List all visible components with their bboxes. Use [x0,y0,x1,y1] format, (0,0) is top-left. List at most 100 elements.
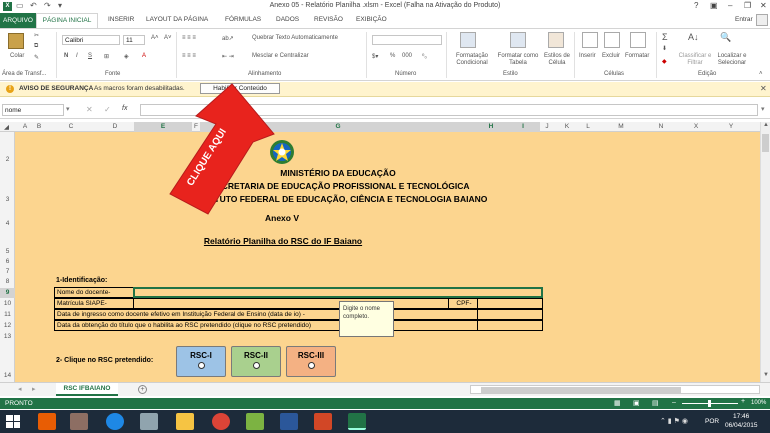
row-header[interactable]: 11 [0,311,15,318]
column-header[interactable]: M [596,123,646,130]
tab-layout[interactable]: LAYOUT DA PÁGINA [146,16,208,23]
scroll-thumb[interactable] [762,134,769,152]
scroll-up-icon[interactable]: ▲ [763,122,769,128]
cut-icon[interactable]: ✂ [34,32,39,39]
borders-icon[interactable]: ⊞ [104,53,109,60]
row-header[interactable]: 6 [0,258,15,265]
insert-cells-button[interactable]: Inserir [579,53,596,59]
name-box[interactable]: nome [2,104,64,116]
sort-filter-button[interactable]: Classificar e Filtrar [678,53,712,67]
zoom-level[interactable]: 100% [751,400,766,406]
underline-button[interactable]: S [88,53,92,59]
spreadsheet-grid[interactable]: 2 3 4 5 6 7 8 9 10 11 12 13 14 MINISTÉRI… [0,132,760,382]
row-header[interactable]: 2 [0,156,15,163]
row-header[interactable]: 7 [0,268,15,275]
minimize-icon[interactable]: – [728,1,732,10]
delete-cells-icon[interactable] [604,32,620,48]
titulo-input[interactable] [477,320,543,331]
percent-button[interactable]: % [390,53,395,59]
format-painter-icon[interactable]: ✎ [34,54,39,61]
page-break-icon[interactable]: ▤ [652,399,659,407]
ribbon-options-icon[interactable]: ▣ [710,1,718,10]
tab-inserir[interactable]: INSERIR [108,16,134,23]
row-header[interactable]: 14 [0,372,15,379]
language-indicator[interactable]: POR [705,418,719,425]
powerpoint-icon[interactable] [314,413,332,430]
clear-icon[interactable]: ◆ [662,58,667,65]
word-icon[interactable] [280,413,298,430]
row-header[interactable]: 3 [0,196,15,203]
ingresso-input[interactable] [477,309,543,320]
rsc-iii-radio[interactable] [307,362,315,369]
font-color-icon[interactable]: A [142,53,146,59]
column-header[interactable]: H [476,123,506,130]
normal-view-icon[interactable]: ▦ [614,399,621,407]
wrap-text-button[interactable]: Quebrar Texto Automaticamente [252,35,338,41]
clock-time[interactable]: 17:46 [733,413,749,420]
close-icon[interactable]: ✕ [760,1,767,10]
cpf-input[interactable] [477,298,543,309]
shrink-font-icon[interactable]: A˅ [164,35,172,41]
sort-filter-icon[interactable]: A↓ [688,32,699,42]
column-header[interactable]: B [32,123,46,130]
column-header[interactable]: J [540,123,554,130]
format-table-icon[interactable] [510,32,526,48]
cancel-formula-icon[interactable]: ✕ [86,105,93,114]
decimal-icon[interactable]: ⁰₀ [422,53,427,60]
column-header[interactable]: C [46,123,96,130]
row-header[interactable]: 4 [0,220,15,227]
collapse-ribbon-icon[interactable]: ˄ [759,71,763,77]
row-header[interactable]: 13 [0,333,15,340]
clock-date[interactable]: 06/04/2015 [725,422,758,429]
horizontal-scrollbar[interactable] [470,385,760,394]
rsc-i-button[interactable]: RSC-I [176,346,226,377]
row-header[interactable]: 9 [0,289,15,296]
tab-dados[interactable]: DADOS [276,16,299,23]
taskbar-app-icon[interactable] [246,413,264,430]
help-icon[interactable]: ? [694,1,698,10]
conditional-format-button[interactable]: Formatação Condicional [452,53,492,67]
orientation-icon[interactable]: ab↗ [222,35,234,42]
rsc-i-radio[interactable] [197,362,205,369]
chrome-icon[interactable] [212,413,230,430]
tab-formulas[interactable]: FÓRMULAS [225,16,261,23]
paste-icon[interactable] [8,33,24,49]
taskbar-app-icon[interactable] [70,413,88,430]
column-header[interactable]: A [18,123,32,130]
tab-arquivo[interactable]: ARQUIVO [0,13,36,28]
rsc-iii-button[interactable]: RSC-III [286,346,336,377]
italic-button[interactable]: I [76,53,78,59]
zoom-out-icon[interactable]: – [672,399,676,406]
internet-explorer-icon[interactable] [106,413,124,430]
confirm-formula-icon[interactable]: ✓ [104,105,111,114]
merge-center-button[interactable]: Mesclar e Centralizar [252,53,309,59]
format-table-button[interactable]: Formatar como Tabela [494,53,542,67]
select-all-corner[interactable]: ◢ [4,123,9,131]
column-header[interactable]: L [580,123,596,130]
sheet-tab-rsc[interactable]: RSC IFBAIANO [56,383,118,396]
cell-styles-button[interactable]: Estilos de Célula [542,53,572,67]
indent-icon[interactable]: ⇤ ⇥ [222,53,234,60]
align-top-icon[interactable]: ≡ ≡ ≡ [182,35,196,41]
siape-input[interactable] [133,298,449,309]
find-select-button[interactable]: Localizar e Selecionar [712,53,752,67]
horizontal-scroll-thumb[interactable] [481,387,681,393]
column-header[interactable]: K [554,123,580,130]
copy-icon[interactable]: ⧉ [34,43,38,50]
zoom-in-icon[interactable]: + [741,398,745,405]
file-explorer-icon[interactable] [176,413,194,430]
row-header[interactable]: 5 [0,248,15,255]
column-header[interactable]: I [506,123,540,130]
avatar[interactable] [756,14,768,26]
rsc-ii-button[interactable]: RSC-II [231,346,281,377]
excel-icon[interactable] [348,413,366,430]
insert-function-button[interactable]: fx [122,105,127,112]
font-name-select[interactable]: Calibri [62,35,120,45]
tray-icons[interactable]: ⌃ ▮ ⚑ ◉ [660,417,688,425]
paste-button[interactable]: Colar [10,53,24,59]
page-layout-icon[interactable]: ▣ [633,399,640,407]
tab-exibicao[interactable]: EXIBIÇÃO [356,16,387,23]
format-cells-icon[interactable] [630,32,646,48]
name-box-dropdown-icon[interactable]: ▾ [66,105,70,113]
thousands-button[interactable]: 000 [402,53,412,59]
